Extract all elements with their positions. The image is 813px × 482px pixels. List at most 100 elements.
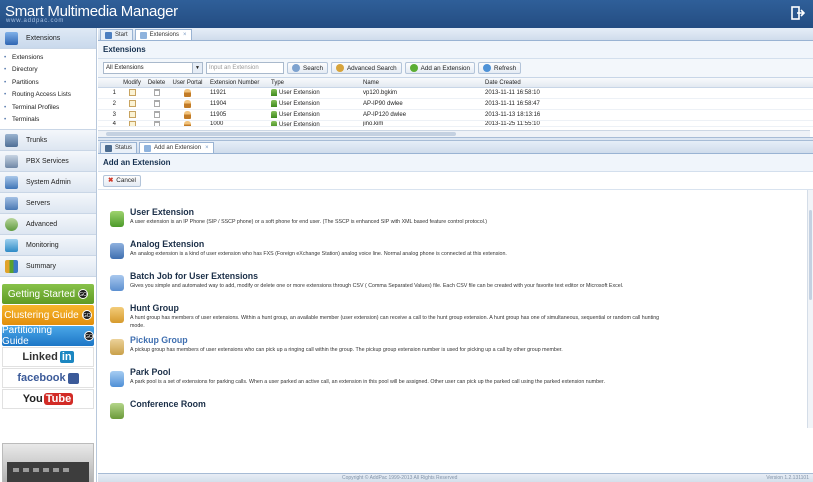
sidebar-item-extensions[interactable]: Extensions — [0, 28, 96, 49]
submenu-item-partitions[interactable]: • Partitions — [4, 77, 96, 89]
extension-filter-select[interactable]: All Extensions ▼ — [103, 62, 203, 74]
main-area: Start Extensions × Extensions All Extensi… — [98, 28, 813, 482]
analog-phone-icon — [110, 243, 124, 259]
pbx-services-icon — [5, 154, 18, 168]
column-header-name[interactable]: Name — [360, 80, 482, 86]
youtube-link[interactable]: You Tube — [2, 389, 94, 410]
submenu-item-terminal-profiles[interactable]: • Terminal Profiles — [4, 102, 96, 114]
table-header: Modify Delete User Portal Extension Numb… — [98, 78, 813, 88]
table-row[interactable]: 2 11904 User Extension AP-IP90 dwlee 201… — [98, 99, 813, 110]
add-extension-button[interactable]: Add an Extension — [404, 62, 476, 74]
scrollbar-thumb[interactable] — [106, 132, 456, 136]
user-portal-icon[interactable] — [184, 111, 191, 119]
servers-icon — [5, 196, 18, 210]
scrollbar-thumb[interactable] — [809, 210, 812, 300]
sidebar-item-trunks[interactable]: Trunks — [0, 130, 96, 152]
sidebar-item-monitoring[interactable]: Monitoring — [0, 235, 96, 257]
option-park-pool[interactable]: Park Pool A park pool is a set of extensi… — [110, 367, 813, 399]
submenu-item-directory[interactable]: • Directory — [4, 64, 96, 76]
option-analog-extension[interactable]: Analog Extension An analog extension is a… — [110, 239, 813, 271]
extensions-table: Modify Delete User Portal Extension Numb… — [98, 77, 813, 137]
modify-icon[interactable] — [128, 100, 136, 108]
user-portal-icon[interactable] — [184, 89, 191, 97]
trash-icon[interactable] — [153, 89, 160, 97]
cancel-button[interactable]: ✖ Cancel — [103, 174, 141, 187]
horizontal-scrollbar[interactable] — [98, 130, 810, 137]
summary-chart-icon — [5, 259, 18, 273]
sidebar: Extensions • Extensions • Directory • Parti… — [0, 28, 97, 482]
extensions-panel-title: Extensions — [98, 41, 813, 59]
batch-users-icon — [110, 275, 124, 291]
user-portal-icon[interactable] — [184, 100, 191, 108]
extension-search-input[interactable]: Input an Extension — [206, 62, 284, 74]
modify-icon[interactable] — [128, 111, 136, 119]
column-header-delete[interactable]: Delete — [144, 80, 169, 86]
close-icon[interactable]: × — [183, 32, 187, 38]
facebook-icon — [67, 372, 79, 384]
modify-icon[interactable] — [128, 89, 136, 97]
partitioning-guide-button[interactable]: Partitioning Guide GO — [2, 325, 94, 347]
modify-icon[interactable] — [128, 121, 136, 126]
sidebar-item-servers[interactable]: Servers — [0, 193, 96, 215]
refresh-button[interactable]: Refresh — [478, 62, 522, 74]
linkedin-link[interactable]: Linked in — [2, 347, 94, 368]
sidebar-item-advanced[interactable]: Advanced — [0, 214, 96, 236]
option-conference-room[interactable]: Conference Room — [110, 399, 813, 428]
go-icon: GO — [81, 310, 92, 321]
extensions-toolbar: All Extensions ▼ Input an Extension Searc… — [98, 59, 813, 77]
option-hunt-group[interactable]: Hunt Group A hunt group has members of us… — [110, 303, 813, 335]
column-header-date-created[interactable]: Date Created — [482, 80, 602, 86]
extensions-tab-icon — [139, 31, 147, 39]
chevron-down-icon: ▼ — [192, 63, 202, 73]
column-header-extension-number[interactable]: Extension Number — [206, 80, 268, 86]
add-icon — [409, 64, 418, 72]
app-header: Smart Multimedia Manager www.addpac.com — [0, 0, 813, 28]
submenu-item-extensions[interactable]: • Extensions — [4, 52, 96, 64]
table-row[interactable]: 1 11921 User Extension vp120.bgkim 2013-… — [98, 88, 813, 99]
option-user-extension[interactable]: User Extension A user extension is an IP … — [110, 207, 813, 239]
sidebar-item-pbx-services[interactable]: PBX Services — [0, 151, 96, 173]
table-row[interactable]: 3 11905 User Extension AP-IP120 dwlee 20… — [98, 110, 813, 121]
vertical-scrollbar[interactable] — [807, 190, 813, 428]
facebook-link[interactable]: facebook — [2, 368, 94, 389]
submenu-item-routing-access-lists[interactable]: • Routing Access Lists — [4, 89, 96, 101]
sidebar-item-summary[interactable]: Summary — [0, 256, 96, 278]
column-header-type[interactable]: Type — [268, 80, 360, 86]
advanced-search-button[interactable]: Advanced Search — [330, 62, 402, 74]
user-extension-icon — [271, 89, 277, 97]
getting-started-button[interactable]: Getting Started GO — [2, 284, 94, 305]
user-portal-icon[interactable] — [184, 121, 191, 126]
bottom-tabbar: Status Add an Extension × — [98, 141, 813, 154]
refresh-icon — [483, 64, 492, 72]
table-row[interactable]: 4 1000 User Extension jino.kim 2013-11-2… — [98, 121, 813, 127]
tab-status[interactable]: Status — [100, 142, 138, 153]
column-header-user-portal[interactable]: User Portal — [169, 80, 206, 86]
add-extension-tab-icon — [144, 144, 152, 152]
option-batch-job[interactable]: Batch Job for User Extensions Gives you s… — [110, 271, 813, 303]
hunt-group-icon — [110, 307, 124, 323]
logout-icon[interactable] — [791, 6, 805, 20]
close-icon[interactable]: × — [205, 145, 209, 151]
submenu-item-terminals[interactable]: • Terminals — [4, 114, 96, 126]
sidebar-item-system-admin[interactable]: System Admin — [0, 172, 96, 194]
sidebar-item-label: Extensions — [26, 34, 61, 42]
app-subtitle: www.addpac.com — [6, 18, 65, 24]
trash-icon[interactable] — [153, 111, 160, 119]
search-icon — [292, 64, 300, 72]
user-extension-icon — [110, 211, 124, 227]
trash-icon[interactable] — [153, 100, 160, 108]
option-pickup-group[interactable]: Pickup Group A pickup group has members o… — [110, 335, 813, 367]
user-extension-icon — [271, 100, 277, 108]
tab-add-extension[interactable]: Add an Extension × — [139, 142, 214, 153]
gateway-device-image — [2, 443, 94, 482]
column-header-modify[interactable]: Modify — [120, 80, 144, 86]
clustering-guide-button[interactable]: Clustering Guide GO — [2, 305, 94, 326]
pickup-group-icon — [110, 339, 124, 355]
tab-extensions[interactable]: Extensions × — [134, 29, 192, 40]
search-button[interactable]: Search — [287, 62, 328, 74]
tab-start[interactable]: Start — [100, 29, 133, 40]
trash-icon[interactable] — [153, 121, 160, 126]
footer: Copyright © AddPac 1999-2013 All Rights … — [98, 473, 813, 482]
advanced-icon — [5, 217, 18, 231]
go-icon: GO — [84, 331, 94, 342]
